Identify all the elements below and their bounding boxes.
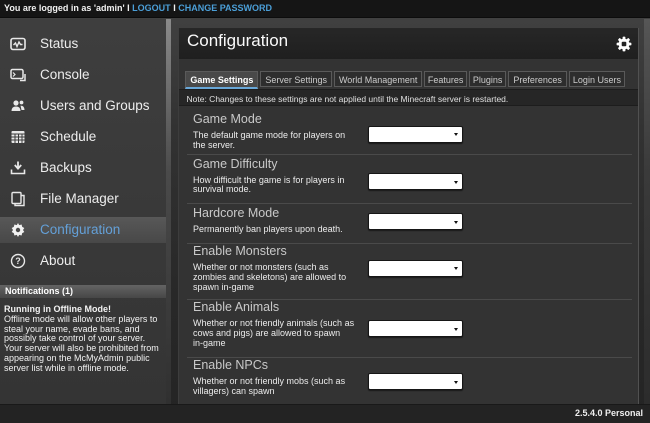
svg-text:?: ? (15, 256, 21, 266)
